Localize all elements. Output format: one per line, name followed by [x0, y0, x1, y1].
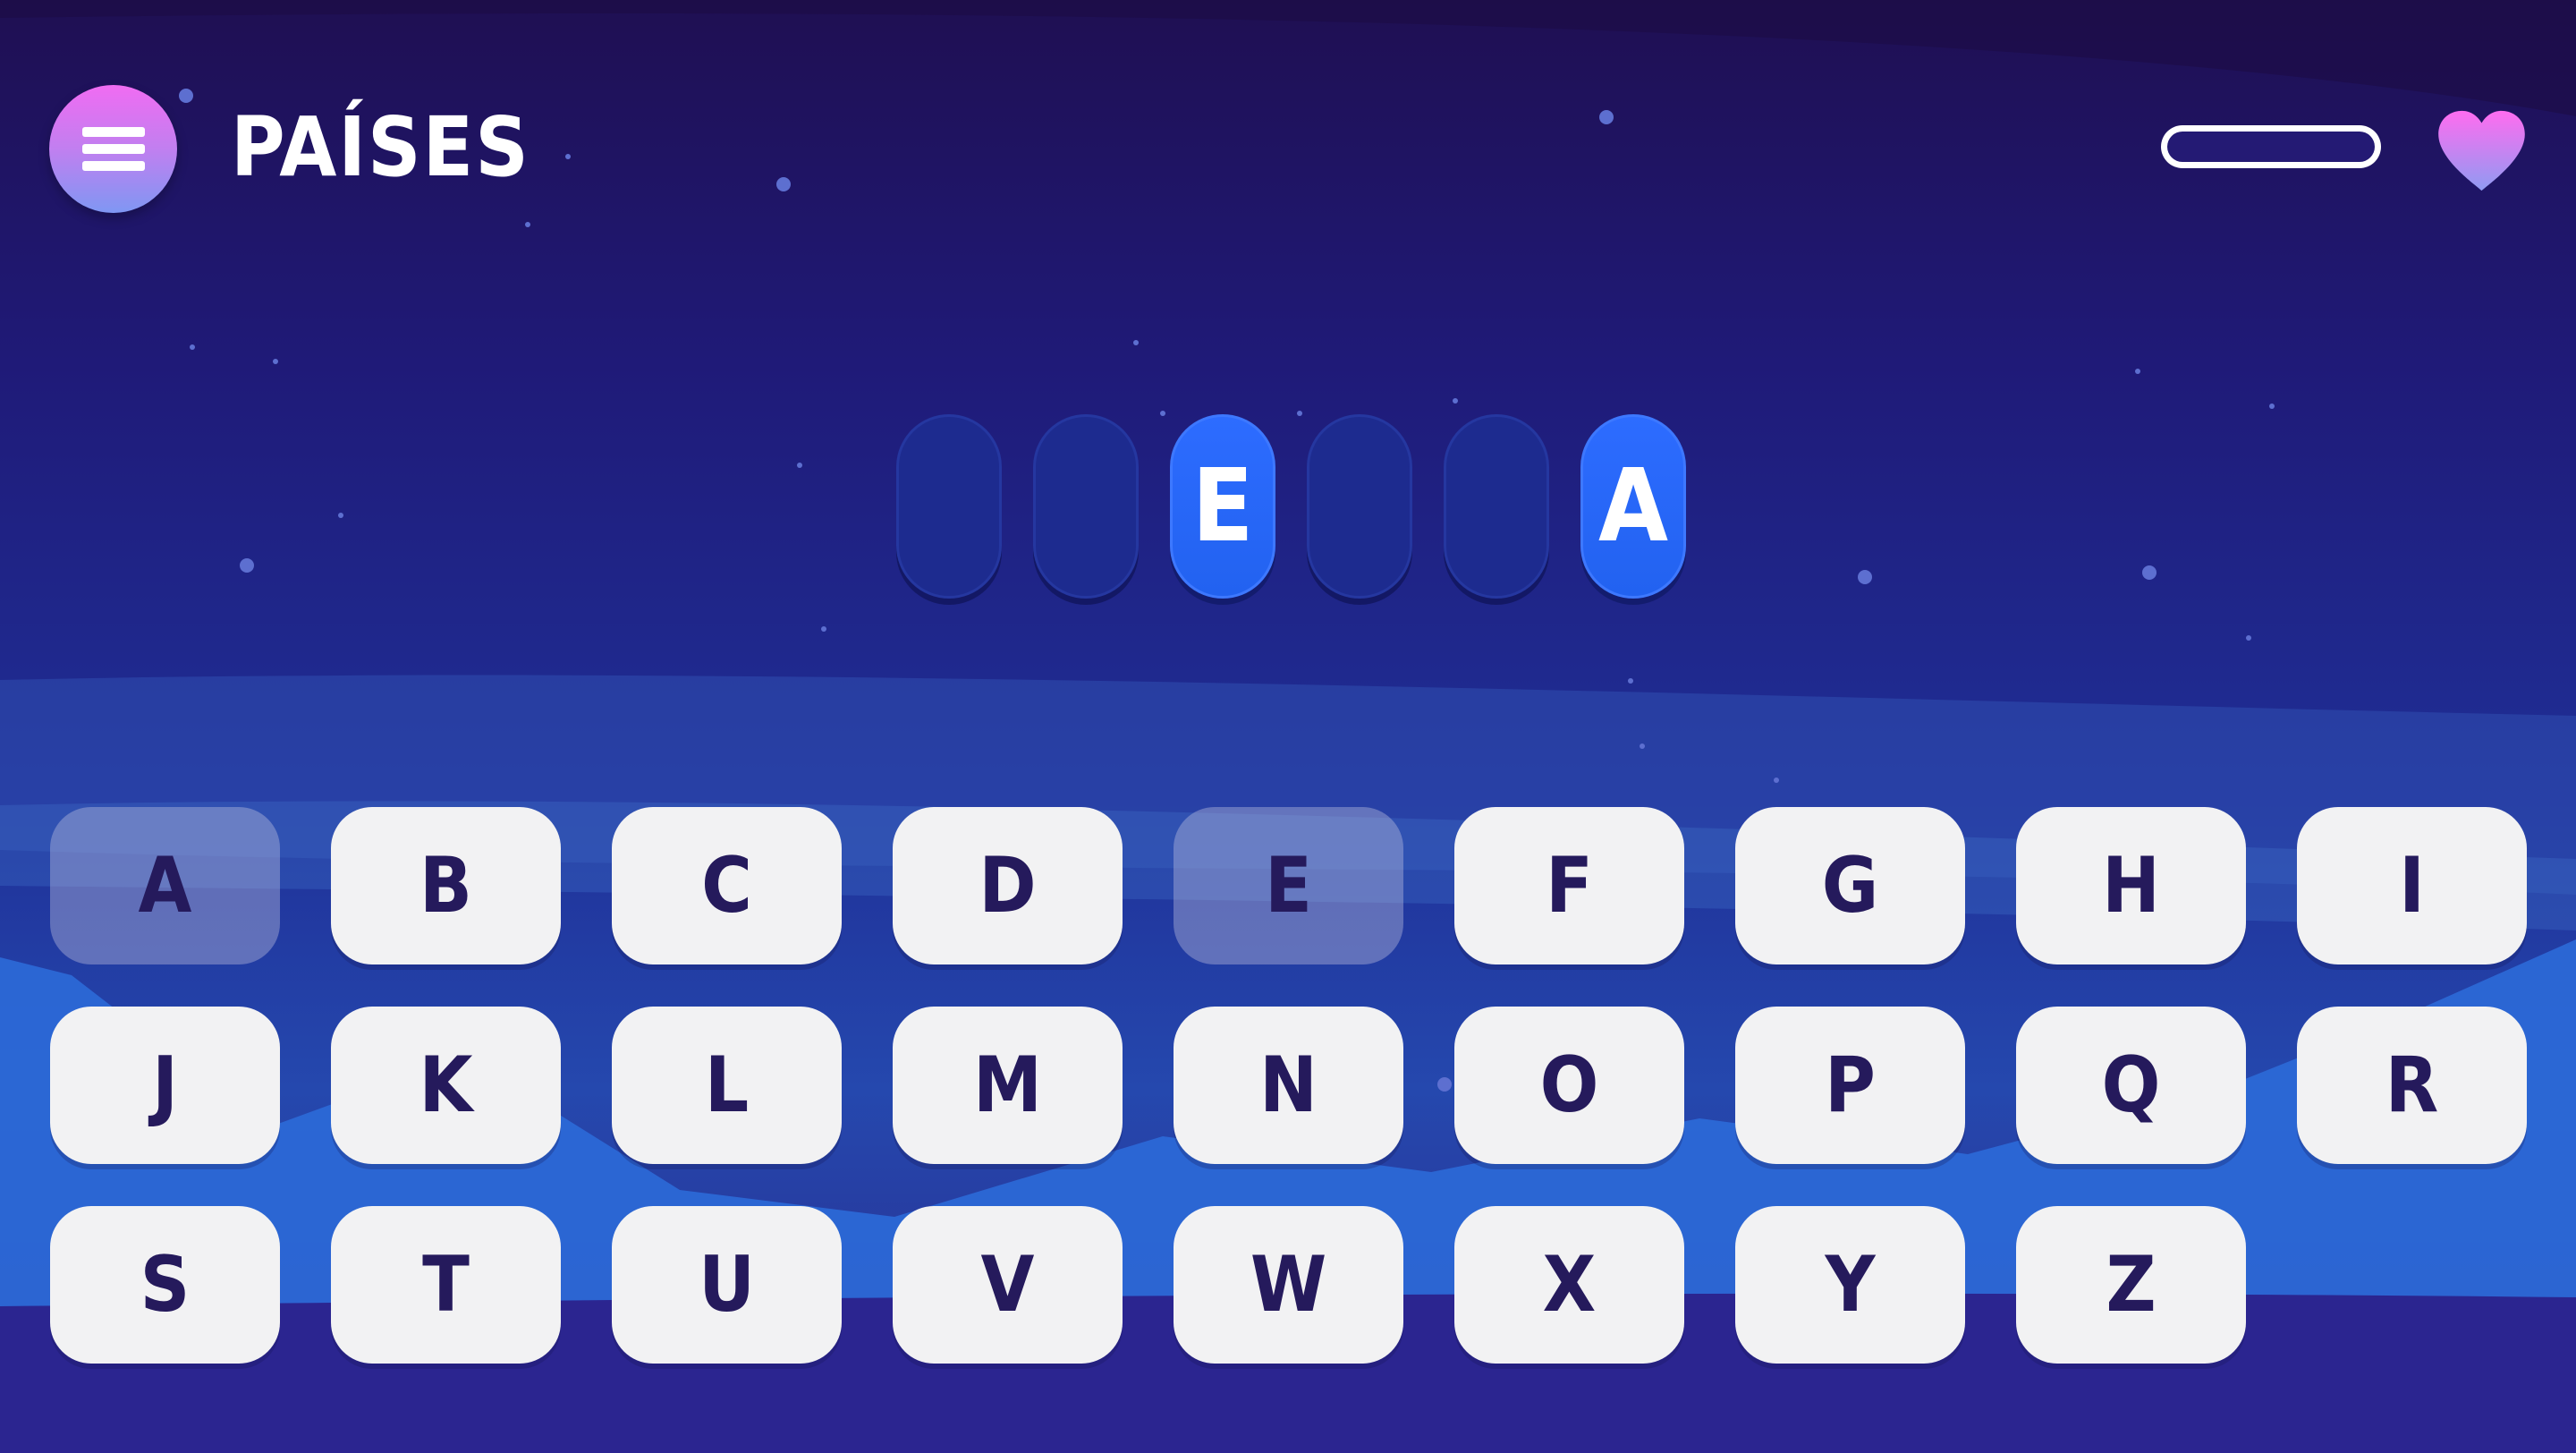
- key-x[interactable]: X: [1454, 1206, 1684, 1364]
- key-g[interactable]: G: [1735, 807, 1965, 964]
- key-z[interactable]: Z: [2016, 1206, 2246, 1364]
- letter-slot: [1444, 414, 1549, 599]
- letter-slot: E: [1170, 414, 1275, 599]
- key-y[interactable]: Y: [1735, 1206, 1965, 1364]
- key-m[interactable]: M: [893, 1007, 1123, 1164]
- word-slots: EA: [896, 414, 1686, 599]
- key-w[interactable]: W: [1174, 1206, 1403, 1364]
- key-d[interactable]: D: [893, 807, 1123, 964]
- progress-track: [2167, 132, 2375, 162]
- key-f[interactable]: F: [1454, 807, 1684, 964]
- hamburger-menu-icon-line: [82, 161, 145, 171]
- letter-slot: [1033, 414, 1139, 599]
- key-q[interactable]: Q: [2016, 1007, 2246, 1164]
- progress-bar: [2161, 125, 2381, 168]
- key-k[interactable]: K: [331, 1007, 561, 1164]
- heart-icon: [2438, 110, 2525, 191]
- key-o[interactable]: O: [1454, 1007, 1684, 1164]
- key-t[interactable]: T: [331, 1206, 561, 1364]
- letter-slot: [1307, 414, 1412, 599]
- key-a[interactable]: A: [50, 807, 280, 964]
- key-i[interactable]: I: [2297, 807, 2527, 964]
- menu-button[interactable]: [49, 85, 177, 213]
- key-l[interactable]: L: [612, 1007, 842, 1164]
- key-e[interactable]: E: [1174, 807, 1403, 964]
- key-s[interactable]: S: [50, 1206, 280, 1364]
- key-p[interactable]: P: [1735, 1007, 1965, 1164]
- hamburger-menu-icon: [82, 127, 145, 137]
- key-r[interactable]: R: [2297, 1007, 2527, 1164]
- key-u[interactable]: U: [612, 1206, 842, 1364]
- key-n[interactable]: N: [1174, 1007, 1403, 1164]
- key-j[interactable]: J: [50, 1007, 280, 1164]
- key-h[interactable]: H: [2016, 807, 2246, 964]
- letter-slot: [896, 414, 1002, 599]
- letter-slot: A: [1580, 414, 1686, 599]
- key-b[interactable]: B: [331, 807, 561, 964]
- key-c[interactable]: C: [612, 807, 842, 964]
- hamburger-menu-icon-line: [82, 144, 145, 154]
- category-title: PAÍSES: [231, 99, 530, 195]
- key-v[interactable]: V: [893, 1206, 1123, 1364]
